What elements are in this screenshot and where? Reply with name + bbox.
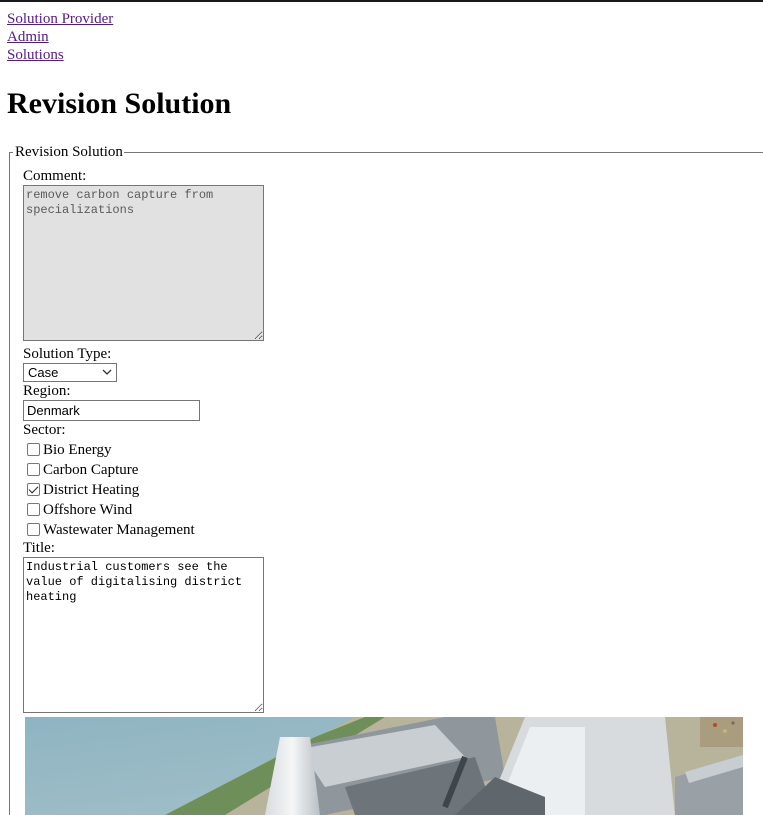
sector-option-label: Carbon Capture (43, 462, 139, 478)
title-label: Title: (23, 540, 55, 556)
title-field[interactable]: Industrial customers see the value of di… (23, 557, 264, 713)
breadcrumb-admin[interactable]: Admin (7, 28, 113, 46)
region-label: Region: (23, 383, 71, 399)
chevron-down-icon (102, 365, 112, 385)
comment-label: Comment: (23, 168, 87, 184)
breadcrumb-solution-provider[interactable]: Solution Provider (7, 10, 113, 28)
sector-option-label: Wastewater Management (43, 522, 195, 538)
page-title: Revision Solution (7, 87, 232, 120)
comment-field[interactable]: remove carbon capture from specializatio… (23, 185, 264, 341)
solution-type-label: Solution Type: (23, 346, 112, 362)
checkbox-unchecked-icon[interactable] (27, 443, 40, 456)
sector-label: Sector: (23, 422, 66, 438)
sector-option-label: District Heating (43, 482, 140, 498)
breadcrumb-solutions[interactable]: Solutions (7, 46, 113, 64)
region-input[interactable]: Denmark (23, 400, 200, 421)
solution-photo (25, 717, 743, 815)
fieldset-legend: Revision Solution (13, 144, 124, 161)
checkbox-checked-icon[interactable] (27, 483, 40, 496)
solution-type-select[interactable]: Case (23, 363, 117, 382)
checkbox-unchecked-icon[interactable] (27, 523, 40, 536)
sector-option-label: Offshore Wind (43, 502, 133, 518)
power-plant-photo (25, 717, 743, 815)
breadcrumb: Solution Provider Admin Solutions (7, 10, 113, 64)
top-border (0, 0, 763, 2)
checkbox-unchecked-icon[interactable] (27, 503, 40, 516)
solution-type-value: Case (28, 365, 59, 380)
checkbox-unchecked-icon[interactable] (27, 463, 40, 476)
sector-option-label: Bio Energy (43, 442, 112, 458)
